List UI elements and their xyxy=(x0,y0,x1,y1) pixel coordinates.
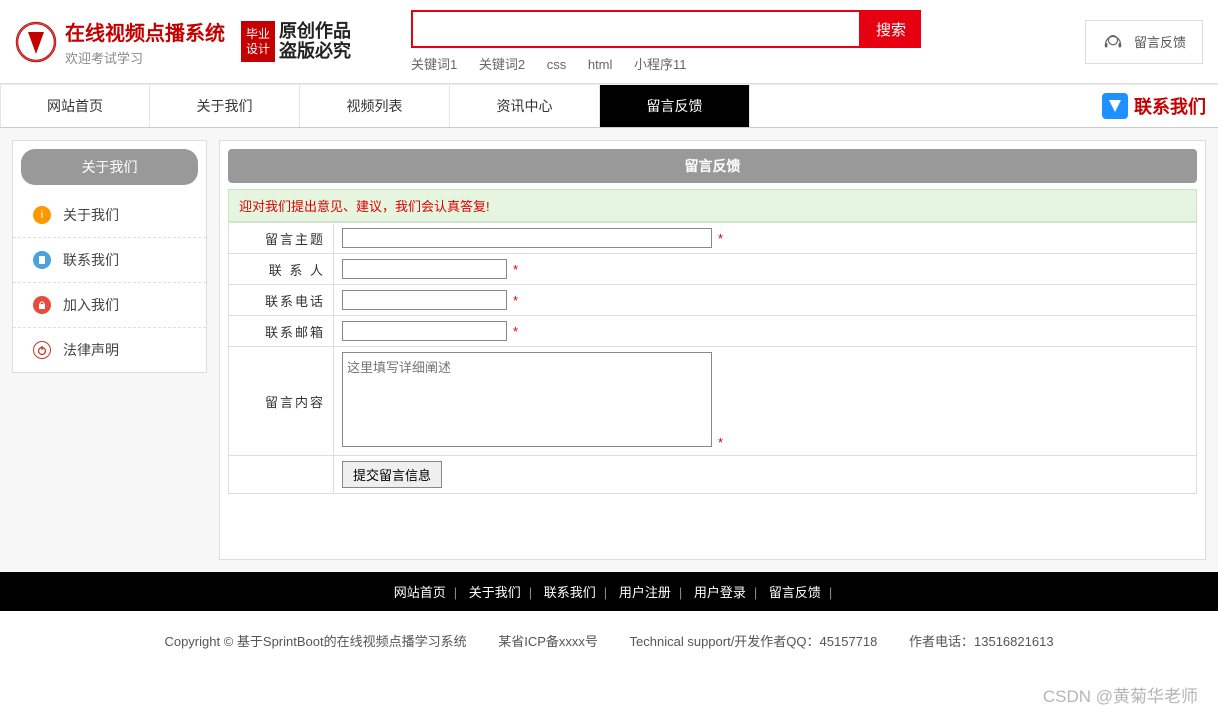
separator: | xyxy=(754,585,757,600)
main-nav: 网站首页 关于我们 视频列表 资讯中心 留言反馈 联系我们 xyxy=(0,84,1218,128)
sidebar-item-join[interactable]: 加入我们 xyxy=(13,283,206,328)
content-panel: 留言反馈 迎对我们提出意见、建议，我们会认真答复! 留言主题 * 联 系 人 *… xyxy=(219,140,1206,560)
sidebar-item-legal[interactable]: 法律声明 xyxy=(13,328,206,372)
body-textarea[interactable] xyxy=(342,352,712,447)
keyword-link[interactable]: css xyxy=(547,57,567,72)
power-icon xyxy=(33,341,51,359)
search-input[interactable] xyxy=(411,10,861,48)
required-mark: * xyxy=(513,293,518,308)
nav-feedback[interactable]: 留言反馈 xyxy=(600,85,750,127)
search-row: 搜索 xyxy=(411,10,921,48)
contact-input[interactable] xyxy=(342,259,507,279)
separator: | xyxy=(604,585,607,600)
script-line1: 原创作品 xyxy=(279,22,351,42)
nav-contact-link[interactable]: 联系我们 xyxy=(1102,93,1218,119)
required-mark: * xyxy=(513,262,518,277)
footer-nav: 网站首页 | 关于我们 | 联系我们 | 用户注册 | 用户登录 | 留言反馈 | xyxy=(0,572,1218,611)
nav-video[interactable]: 视频列表 xyxy=(300,85,450,127)
footer-link[interactable]: 联系我们 xyxy=(544,585,596,600)
nav-home[interactable]: 网站首页 xyxy=(0,85,150,127)
notice-bar: 迎对我们提出意见、建议，我们会认真答复! xyxy=(228,189,1197,222)
lock-icon xyxy=(33,296,51,314)
keyword-link[interactable]: html xyxy=(588,57,613,72)
clipboard-icon xyxy=(33,251,51,269)
icp-text: 某省ICP备xxxx号 xyxy=(498,634,598,649)
contact-icon xyxy=(1102,93,1128,119)
headset-icon xyxy=(1102,31,1124,53)
badge-block: 毕业 设计 原创作品 盗版必究 xyxy=(241,21,351,62)
badge-line2: 设计 xyxy=(245,42,271,56)
footer-link[interactable]: 用户登录 xyxy=(694,585,746,600)
separator: | xyxy=(454,585,457,600)
email-label: 联系邮箱 xyxy=(229,316,334,347)
sidebar-item-label: 关于我们 xyxy=(63,205,119,225)
contact-label: 联 系 人 xyxy=(229,254,334,285)
graduation-badge: 毕业 设计 xyxy=(241,21,275,62)
phone-input[interactable] xyxy=(342,290,507,310)
sidebar-item-about[interactable]: i 关于我们 xyxy=(13,193,206,238)
copyright-bar: Copyright © 基于SprintBoot的在线视频点播学习系统 某省IC… xyxy=(0,611,1218,680)
feedback-form: 留言主题 * 联 系 人 * 联系电话 * 联系邮箱 * 留言内容 * 提交留言… xyxy=(228,222,1197,494)
sidebar-item-label: 加入我们 xyxy=(63,295,119,315)
nav-news[interactable]: 资讯中心 xyxy=(450,85,600,127)
keyword-link[interactable]: 关键词1 xyxy=(411,57,457,72)
main-area: 关于我们 i 关于我们 联系我们 加入我们 法律声明 留言反馈 迎对我们提出意见… xyxy=(0,128,1218,572)
nav-about[interactable]: 关于我们 xyxy=(150,85,300,127)
author-phone: 作者电话：13516821613 xyxy=(909,634,1054,649)
separator: | xyxy=(529,585,532,600)
script-line2: 盗版必究 xyxy=(279,42,351,62)
content-title: 留言反馈 xyxy=(228,149,1197,183)
subject-input[interactable] xyxy=(342,228,712,248)
sidebar-title: 关于我们 xyxy=(21,149,198,185)
sidebar-item-label: 联系我们 xyxy=(63,250,119,270)
title-block: 在线视频点播系统 欢迎考试学习 xyxy=(65,17,225,67)
site-title: 在线视频点播系统 xyxy=(65,17,225,46)
empty-cell xyxy=(229,456,334,494)
nav-contact-label: 联系我们 xyxy=(1134,93,1206,119)
header: 在线视频点播系统 欢迎考试学习 毕业 设计 原创作品 盗版必究 搜索 关键词1 … xyxy=(0,0,1218,84)
top-feedback-link[interactable]: 留言反馈 xyxy=(1085,20,1203,64)
phone-label: 联系电话 xyxy=(229,285,334,316)
sidebar: 关于我们 i 关于我们 联系我们 加入我们 法律声明 xyxy=(12,140,207,373)
separator: | xyxy=(829,585,832,600)
keywords-row: 关键词1 关键词2 css html 小程序11 xyxy=(411,54,921,73)
site-subtitle: 欢迎考试学习 xyxy=(65,48,225,67)
logo-area: 在线视频点播系统 欢迎考试学习 毕业 设计 原创作品 盗版必究 xyxy=(15,17,351,67)
search-block: 搜索 关键词1 关键词2 css html 小程序11 xyxy=(411,10,921,73)
required-mark: * xyxy=(513,324,518,339)
script-text: 原创作品 盗版必究 xyxy=(279,22,351,62)
top-feedback-label: 留言反馈 xyxy=(1134,32,1186,51)
badge-line1: 毕业 xyxy=(245,27,271,41)
footer-link[interactable]: 留言反馈 xyxy=(769,585,821,600)
watermark: CSDN @黄菊华老师 xyxy=(1043,682,1198,707)
info-icon: i xyxy=(33,206,51,224)
required-mark: * xyxy=(718,231,723,246)
separator: | xyxy=(679,585,682,600)
submit-button[interactable]: 提交留言信息 xyxy=(342,461,442,488)
sidebar-item-contact[interactable]: 联系我们 xyxy=(13,238,206,283)
support-text: Technical support/开发作者QQ：45157718 xyxy=(630,634,878,649)
email-input[interactable] xyxy=(342,321,507,341)
subject-label: 留言主题 xyxy=(229,223,334,254)
footer-link[interactable]: 关于我们 xyxy=(469,585,521,600)
copyright-text: Copyright © 基于SprintBoot的在线视频点播学习系统 xyxy=(164,634,466,649)
required-mark: * xyxy=(718,435,723,450)
sidebar-item-label: 法律声明 xyxy=(63,340,119,360)
footer-link[interactable]: 用户注册 xyxy=(619,585,671,600)
logo-icon xyxy=(15,21,57,63)
footer-link[interactable]: 网站首页 xyxy=(394,585,446,600)
body-label: 留言内容 xyxy=(229,347,334,456)
keyword-link[interactable]: 小程序11 xyxy=(634,57,687,72)
keyword-link[interactable]: 关键词2 xyxy=(479,57,525,72)
search-button[interactable]: 搜索 xyxy=(861,10,921,48)
